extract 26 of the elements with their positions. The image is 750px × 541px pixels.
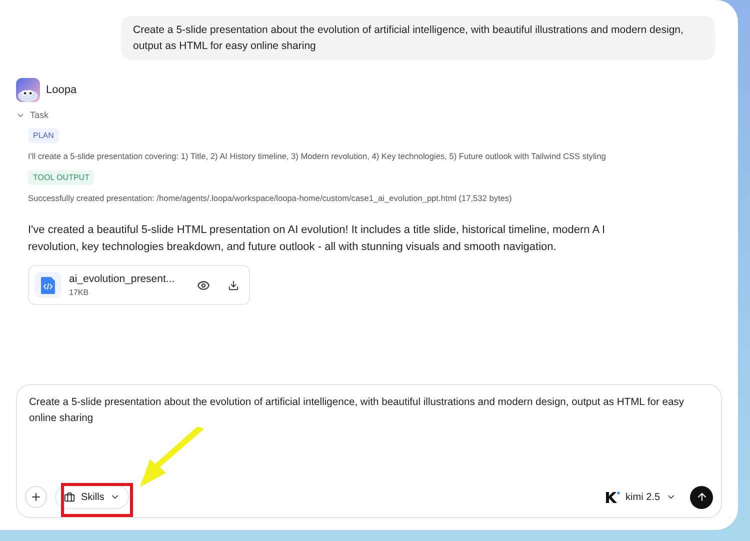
user-message: Create a 5-slide presentation about the evolution of artificial intelligence, with beautiful illustrations and modern design, output as HTML for easy online sharing	[121, 16, 715, 60]
file-size: 17KB	[69, 288, 90, 297]
model-selector[interactable]: kimi 2.5	[604, 490, 676, 504]
plan-tag: PLAN	[28, 128, 59, 143]
highlight-frame	[61, 483, 133, 517]
preview-eye-icon[interactable]	[197, 278, 210, 292]
arrow-up-icon	[696, 491, 708, 503]
tool-output-tag: TOOL OUTPUT	[28, 170, 94, 185]
prompt-input-field[interactable]: Create a 5-slide presentation about the evolution of artificial intelligence, with beautiful illustrations and modern design, output as HTML for easy online sharing	[29, 395, 713, 485]
download-icon[interactable]	[228, 280, 239, 290]
step-text: I'll create a 5-slide presentation covering: 1) Title, 2) AI History timeline, 3) Modern revolution, 4) Key technologies, 5) Future outlook with Tailwind CSS styling	[28, 150, 607, 162]
file-card[interactable]: ai_evolution_present... 17KB	[28, 265, 250, 305]
assistant-reply: I've created a beautiful 5-slide HTML presentation on AI evolution! It includes a title slide, historical timeline, modern A I revolution, key technologies breakdown, and future outlook - all with stunning visuals and smooth navigation.	[28, 223, 606, 255]
mascot-avatar-icon	[16, 78, 40, 102]
prompt-box[interactable]: Create a 5-slide presentation about the evolution of artificial intelligence, with beautiful illustrations and modern design, output as HTML for easy online sharing Skills kimi 2.5	[16, 384, 722, 518]
task-toggle[interactable]: Task	[16, 110, 722, 120]
file-name: ai_evolution_present...	[69, 273, 176, 285]
skills-dropdown[interactable]: Skills	[55, 485, 130, 509]
model-logo-icon	[604, 490, 620, 504]
assistant-name: Loopa	[46, 84, 77, 96]
send-button[interactable]	[690, 486, 713, 508]
briefcase-icon	[64, 492, 75, 502]
code-file-icon	[35, 272, 61, 298]
plus-icon	[30, 491, 42, 503]
step-text: Successfully created presentation: /home/agents/.loopa/workspace/loopa-home/custom/case1_ai_evolution_ppt.html (17,532 bytes)	[28, 192, 513, 204]
add-button[interactable]	[25, 486, 47, 508]
